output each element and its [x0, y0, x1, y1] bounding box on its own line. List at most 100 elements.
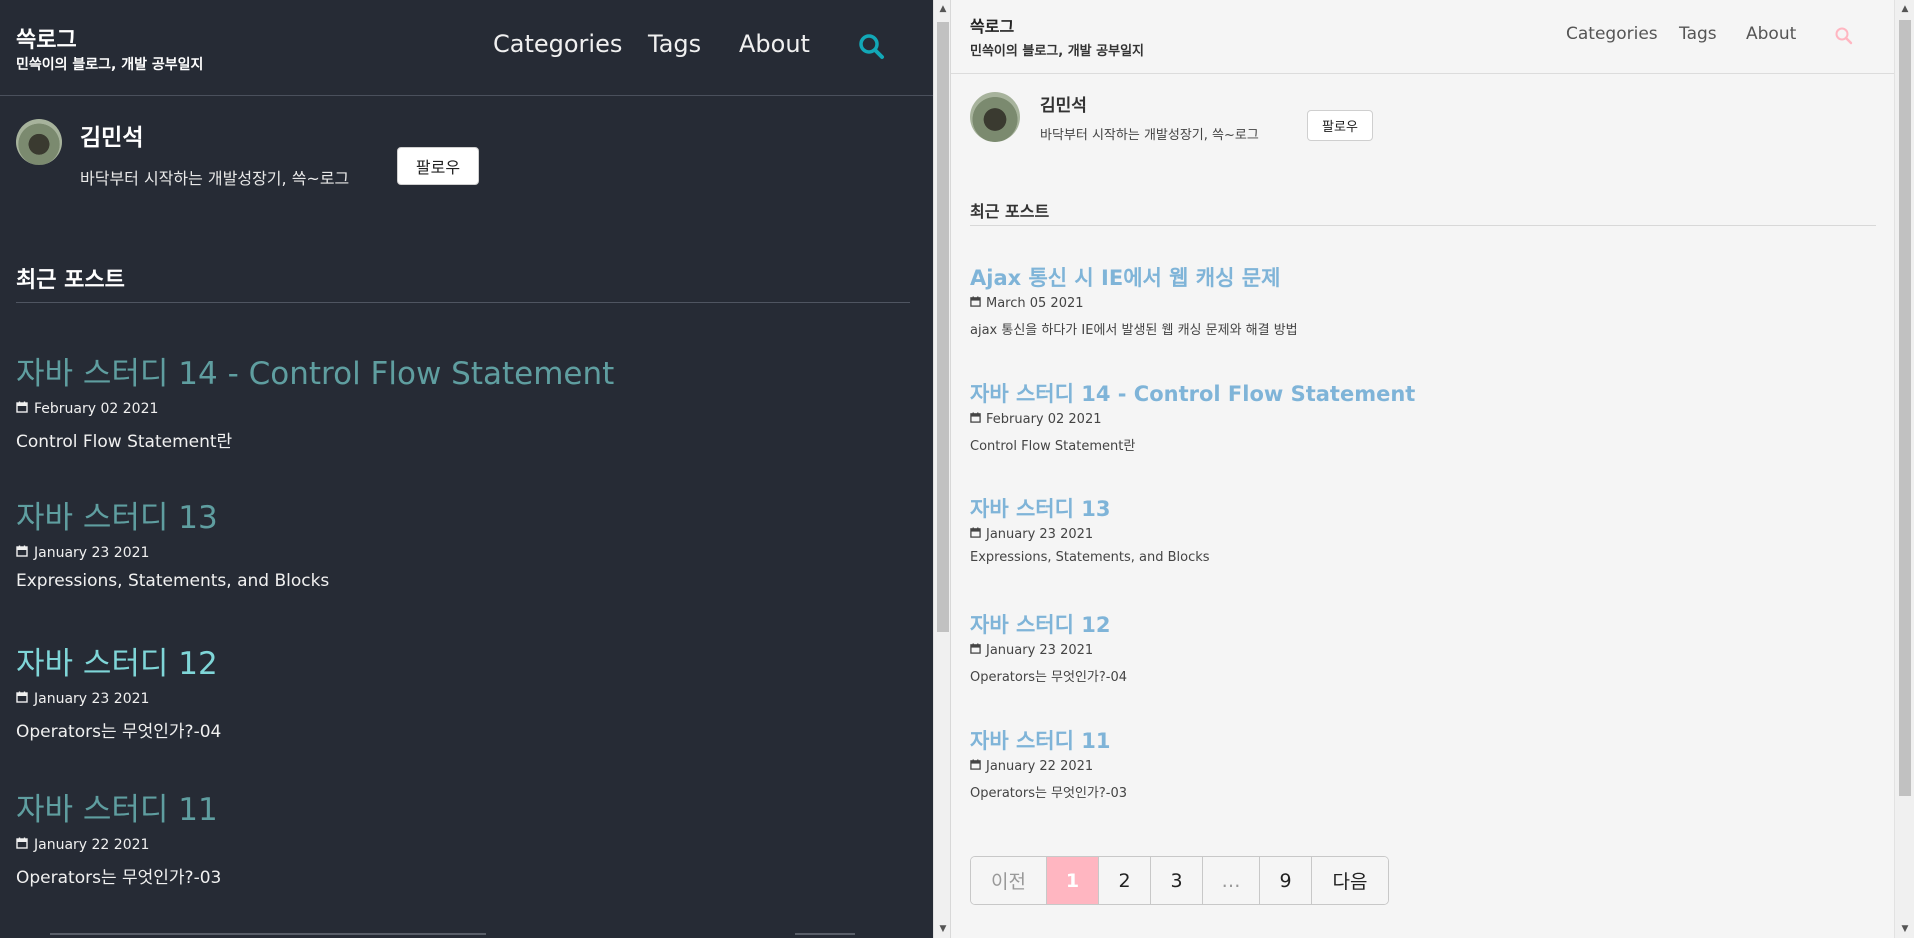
calendar-icon [970, 643, 981, 658]
post-date: January 23 2021 [970, 527, 1870, 542]
post-date-text: February 02 2021 [986, 412, 1102, 428]
post-title-link[interactable]: 자바 스터디 12 [970, 613, 1870, 638]
nav-tags[interactable]: Tags [648, 30, 701, 58]
nav-about[interactable]: About [1746, 24, 1796, 44]
post-title-link[interactable]: 자바 스터디 11 [16, 792, 896, 829]
pagination-page-2[interactable]: 2 [1099, 857, 1151, 904]
post-description: Operators는 무엇인가?-03 [970, 786, 1128, 802]
post-description: Expressions, Statements, and Blocks [16, 571, 330, 592]
post-title-link[interactable]: 자바 스터디 13 [16, 500, 896, 537]
post-date-text: January 23 2021 [986, 527, 1094, 543]
post-title-link[interactable]: Ajax 통신 시 IE에서 웹 캐싱 문제 [970, 266, 1870, 291]
scroll-up-arrow-icon[interactable]: ▲ [1900, 4, 1910, 14]
divider [16, 302, 910, 303]
post-date: January 22 2021 [16, 837, 896, 853]
pagination-ellipsis: … [1203, 857, 1260, 904]
pagination-page-9[interactable]: 9 [1260, 857, 1312, 904]
post-description: Control Flow Statement란 [970, 439, 1136, 455]
section-title: 최근 포스트 [16, 268, 125, 293]
post-date-text: February 02 2021 [34, 401, 159, 418]
calendar-icon [16, 691, 28, 707]
post-date: January 23 2021 [16, 691, 896, 707]
calendar-icon [16, 545, 28, 561]
follow-button[interactable]: 팔로우 [1307, 110, 1373, 141]
post-date-text: January 23 2021 [34, 691, 150, 708]
post-description: Operators는 무엇인가?-04 [16, 722, 222, 743]
post-item: Ajax 통신 시 IE에서 웹 캐싱 문제 March 05 2021 aja… [970, 266, 1870, 338]
scrollbar-thumb[interactable] [937, 22, 949, 632]
post-title-link[interactable]: 자바 스터디 13 [970, 497, 1870, 522]
avatar [970, 92, 1020, 142]
post-description: Control Flow Statement란 [16, 432, 233, 453]
author-name: 김민석 [1040, 96, 1087, 116]
scroll-down-arrow-icon[interactable]: ▼ [1900, 924, 1910, 934]
dark-theme-pane: 쓱로그 민쓱이의 블로그, 개발 공부일지 Categories Tags Ab… [0, 0, 933, 938]
scroll-up-arrow-icon[interactable]: ▲ [938, 4, 948, 14]
calendar-icon [970, 527, 981, 542]
post-date-text: January 23 2021 [34, 545, 150, 562]
calendar-icon [970, 759, 981, 774]
divider [970, 225, 1876, 226]
post-item: 자바 스터디 12 January 23 2021 Operators는 무엇인… [970, 613, 1870, 685]
avatar [16, 119, 62, 165]
scroll-down-arrow-icon[interactable]: ▼ [938, 924, 948, 934]
author-name: 김민석 [80, 125, 144, 151]
pagination-page-3[interactable]: 3 [1151, 857, 1203, 904]
author-bio: 바닥부터 시작하는 개발성장기, 쓱~로그 [80, 169, 350, 188]
post-title-link[interactable]: 자바 스터디 11 [970, 729, 1870, 754]
post-description: Operators는 무엇인가?-04 [970, 670, 1128, 686]
nav-categories[interactable]: Categories [493, 30, 622, 58]
nav-about[interactable]: About [739, 30, 810, 58]
search-icon[interactable] [857, 32, 887, 62]
post-item: 자바 스터디 11 January 22 2021 Operators는 무엇인… [970, 729, 1870, 801]
nav-tags[interactable]: Tags [1679, 24, 1717, 44]
site-subtitle: 민쓱이의 블로그, 개발 공부일지 [16, 57, 204, 73]
post-date-text: January 22 2021 [34, 837, 150, 854]
header: 쓱로그 민쓱이의 블로그, 개발 공부일지 Categories Tags Ab… [0, 0, 933, 96]
post-item: 자바 스터디 14 - Control Flow Statement Febru… [16, 356, 896, 452]
pagination: 이전 1 2 3 … 9 다음 [970, 856, 1389, 905]
scrollbar-thumb[interactable] [1899, 20, 1911, 796]
search-icon[interactable] [1834, 26, 1854, 46]
post-date: March 05 2021 [970, 296, 1870, 311]
calendar-icon [970, 296, 981, 311]
site-subtitle: 민쓱이의 블로그, 개발 공부일지 [970, 44, 1144, 59]
header: 쓱로그 민쓱이의 블로그, 개발 공부일지 Categories Tags Ab… [951, 0, 1894, 74]
pagination-edge [795, 933, 855, 935]
post-title-link[interactable]: 자바 스터디 14 - Control Flow Statement [970, 382, 1870, 407]
follow-button[interactable]: 팔로우 [397, 147, 479, 185]
post-item: 자바 스터디 13 January 23 2021 Expressions, S… [970, 497, 1870, 565]
calendar-icon [16, 401, 28, 417]
light-theme-pane: 쓱로그 민쓱이의 블로그, 개발 공부일지 Categories Tags Ab… [951, 0, 1894, 938]
post-item: 자바 스터디 13 January 23 2021 Expressions, S… [16, 500, 896, 591]
post-date: February 02 2021 [16, 401, 896, 417]
post-item: 자바 스터디 12 January 23 2021 Operators는 무엇인… [16, 646, 896, 742]
nav-categories[interactable]: Categories [1566, 24, 1658, 44]
section-title: 최근 포스트 [970, 202, 1050, 221]
post-item: 자바 스터디 11 January 22 2021 Operators는 무엇인… [16, 792, 896, 888]
pagination-edge [50, 933, 486, 935]
author-bio: 바닥부터 시작하는 개발성장기, 쓱~로그 [1040, 128, 1259, 143]
post-title-link[interactable]: 자바 스터디 12 [16, 646, 896, 683]
post-date: February 02 2021 [970, 412, 1870, 427]
post-date: January 23 2021 [16, 545, 896, 561]
post-date: January 23 2021 [970, 643, 1870, 658]
post-description: Expressions, Statements, and Blocks [970, 550, 1210, 566]
post-title-link[interactable]: 자바 스터디 14 - Control Flow Statement [16, 356, 896, 393]
post-date-text: January 22 2021 [986, 759, 1094, 775]
pagination-next[interactable]: 다음 [1312, 857, 1388, 904]
post-description: Operators는 무엇인가?-03 [16, 868, 222, 889]
calendar-icon [970, 412, 981, 427]
post-date: January 22 2021 [970, 759, 1870, 774]
pagination-page-1[interactable]: 1 [1047, 857, 1099, 904]
calendar-icon [16, 837, 28, 853]
site-title[interactable]: 쓱로그 [16, 22, 77, 54]
site-title[interactable]: 쓱로그 [970, 13, 1014, 37]
post-item: 자바 스터디 14 - Control Flow Statement Febru… [970, 382, 1870, 454]
pagination-prev[interactable]: 이전 [971, 857, 1047, 904]
post-description: ajax 통신을 하다가 IE에서 발생된 웹 캐싱 문제와 해결 방법 [970, 323, 1298, 339]
right-scrollbar[interactable]: ▲ ▼ [1894, 0, 1914, 938]
post-date-text: January 23 2021 [986, 643, 1094, 659]
post-date-text: March 05 2021 [986, 296, 1084, 312]
left-scrollbar[interactable]: ▲ ▼ [933, 0, 951, 938]
